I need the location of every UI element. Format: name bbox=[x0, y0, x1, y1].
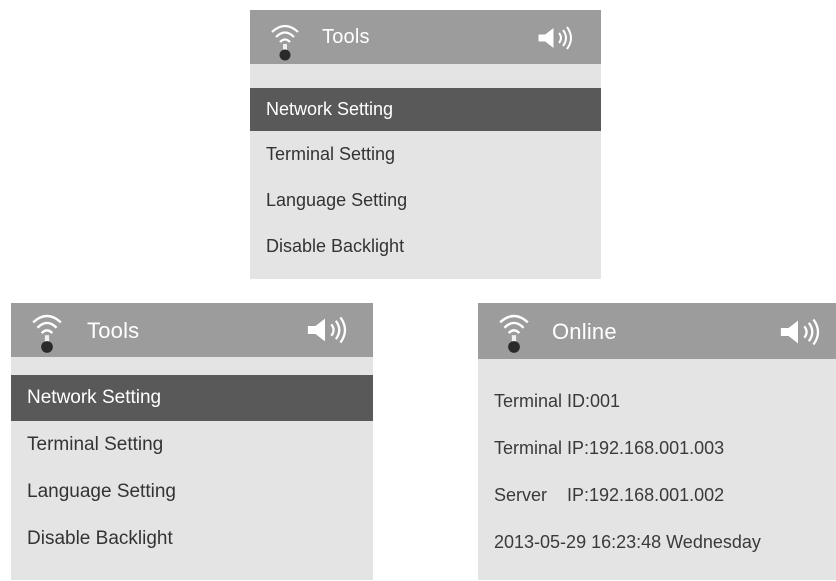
menu-item-disable-backlight[interactable]: Disable Backlight bbox=[250, 223, 601, 269]
menu-item-terminal-setting[interactable]: Terminal Setting bbox=[11, 421, 373, 468]
screen-title: Online bbox=[552, 319, 617, 344]
speaker-volume-icon bbox=[779, 318, 820, 346]
terminal-id-text: Terminal ID:001 bbox=[494, 391, 621, 411]
server-ip-text: Server IP:192.168.001.002 bbox=[494, 485, 725, 505]
speaker-volume-icon bbox=[306, 316, 347, 344]
menu-item-network-setting[interactable]: Network Setting bbox=[250, 88, 601, 131]
screen-header: Tools bbox=[11, 303, 373, 357]
tools-screen-bottom-left: Tools Network Setting Terminal Setting L… bbox=[11, 303, 373, 580]
tools-menu: Network Setting Terminal Setting Languag… bbox=[250, 88, 601, 269]
menu-item-language-setting[interactable]: Language Setting bbox=[11, 468, 373, 515]
datetime-text: 2013-05-29 16:23:48 Wednesday bbox=[494, 532, 761, 552]
tools-menu: Network Setting Terminal Setting Languag… bbox=[11, 375, 373, 562]
wifi-signal-icon bbox=[32, 314, 62, 353]
wifi-signal-icon bbox=[271, 24, 299, 61]
screen-header: Online bbox=[478, 303, 836, 359]
speaker-volume-icon bbox=[537, 25, 572, 51]
screen-title: Tools bbox=[87, 318, 140, 343]
screen-title: Tools bbox=[322, 26, 370, 48]
menu-item-language-setting[interactable]: Language Setting bbox=[250, 177, 601, 223]
menu-item-disable-backlight[interactable]: Disable Backlight bbox=[11, 515, 373, 562]
menu-item-network-setting[interactable]: Network Setting bbox=[11, 375, 373, 421]
screen-header: Tools bbox=[250, 10, 601, 64]
tools-screen-top: Tools Network Setting Terminal Setting L… bbox=[250, 10, 601, 279]
online-screen: Online Terminal ID:001 Terminal IP:192.1… bbox=[478, 303, 836, 580]
wifi-signal-icon bbox=[499, 314, 529, 353]
terminal-ip-text: Terminal IP:192.168.001.003 bbox=[494, 438, 725, 458]
menu-item-terminal-setting[interactable]: Terminal Setting bbox=[250, 131, 601, 177]
